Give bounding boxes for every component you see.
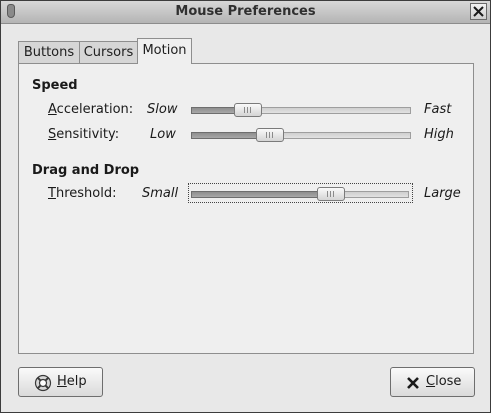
tab-motion[interactable]: Motion bbox=[137, 38, 192, 64]
window-close-button[interactable] bbox=[470, 3, 487, 20]
sensitivity-slider[interactable] bbox=[191, 128, 411, 142]
drag-and-drop-heading: Drag and Drop bbox=[32, 163, 140, 178]
mouse-preferences-window: Mouse Preferences Buttons Cursors Motion… bbox=[0, 0, 491, 413]
sensitivity-label: Sensitivity: bbox=[48, 127, 120, 142]
threshold-slider[interactable] bbox=[191, 187, 409, 201]
help-button-label: Help bbox=[57, 374, 87, 389]
speed-heading: Speed bbox=[32, 78, 78, 93]
acceleration-label: Acceleration: bbox=[48, 102, 134, 117]
sensitivity-max-text: High bbox=[424, 127, 454, 142]
acceleration-min-text: Slow bbox=[147, 102, 178, 117]
threshold-slider-thumb[interactable] bbox=[316, 187, 345, 201]
close-button[interactable]: Close bbox=[390, 367, 475, 397]
close-x-icon bbox=[406, 376, 420, 394]
acceleration-slider[interactable] bbox=[191, 103, 411, 117]
help-lifebuoy-icon bbox=[34, 374, 52, 396]
acceleration-slider-thumb[interactable] bbox=[234, 103, 263, 117]
tab-buttons[interactable]: Buttons bbox=[18, 41, 80, 63]
motion-panel: Speed Acceleration: Slow Fast Sensitivit… bbox=[18, 63, 474, 354]
help-button[interactable]: Help bbox=[18, 367, 103, 397]
acceleration-max-text: Fast bbox=[424, 102, 452, 117]
threshold-max-text: Large bbox=[424, 186, 461, 201]
sensitivity-min-text: Low bbox=[150, 127, 176, 142]
tab-cursors[interactable]: Cursors bbox=[79, 41, 138, 63]
close-button-label: Close bbox=[426, 374, 462, 389]
title-bar[interactable]: Mouse Preferences bbox=[1, 1, 490, 24]
window-title: Mouse Preferences bbox=[175, 4, 316, 19]
close-icon bbox=[473, 6, 484, 17]
threshold-min-text: Small bbox=[142, 186, 179, 201]
threshold-label: Threshold: bbox=[48, 186, 117, 201]
sensitivity-slider-thumb[interactable] bbox=[256, 128, 285, 142]
